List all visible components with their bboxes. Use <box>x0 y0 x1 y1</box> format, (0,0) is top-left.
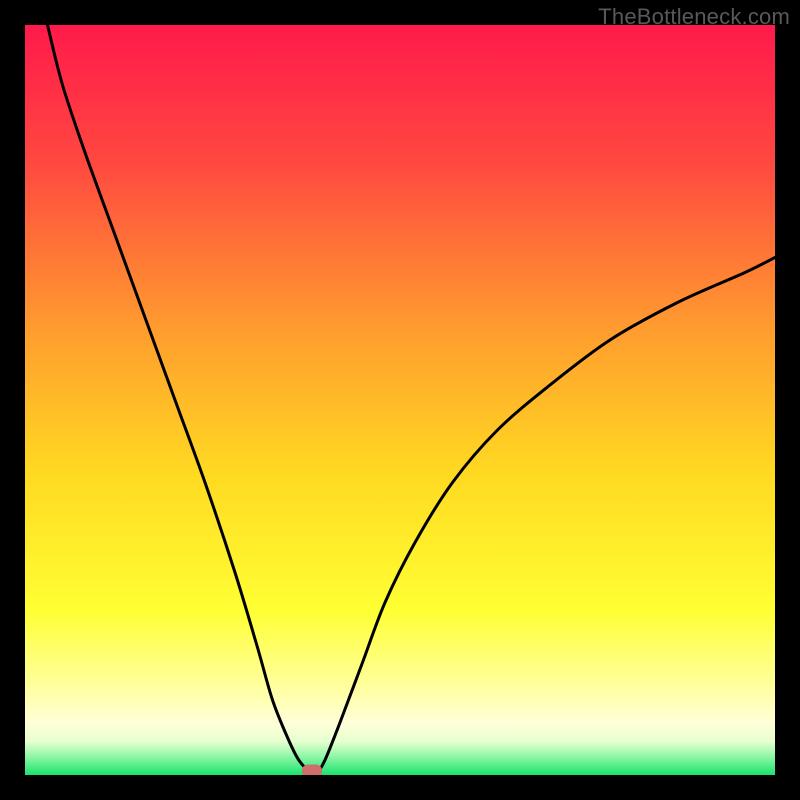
bottleneck-curve <box>25 25 775 775</box>
optimum-marker <box>302 765 322 775</box>
plot-area <box>25 25 775 775</box>
chart-frame: TheBottleneck.com <box>0 0 800 800</box>
